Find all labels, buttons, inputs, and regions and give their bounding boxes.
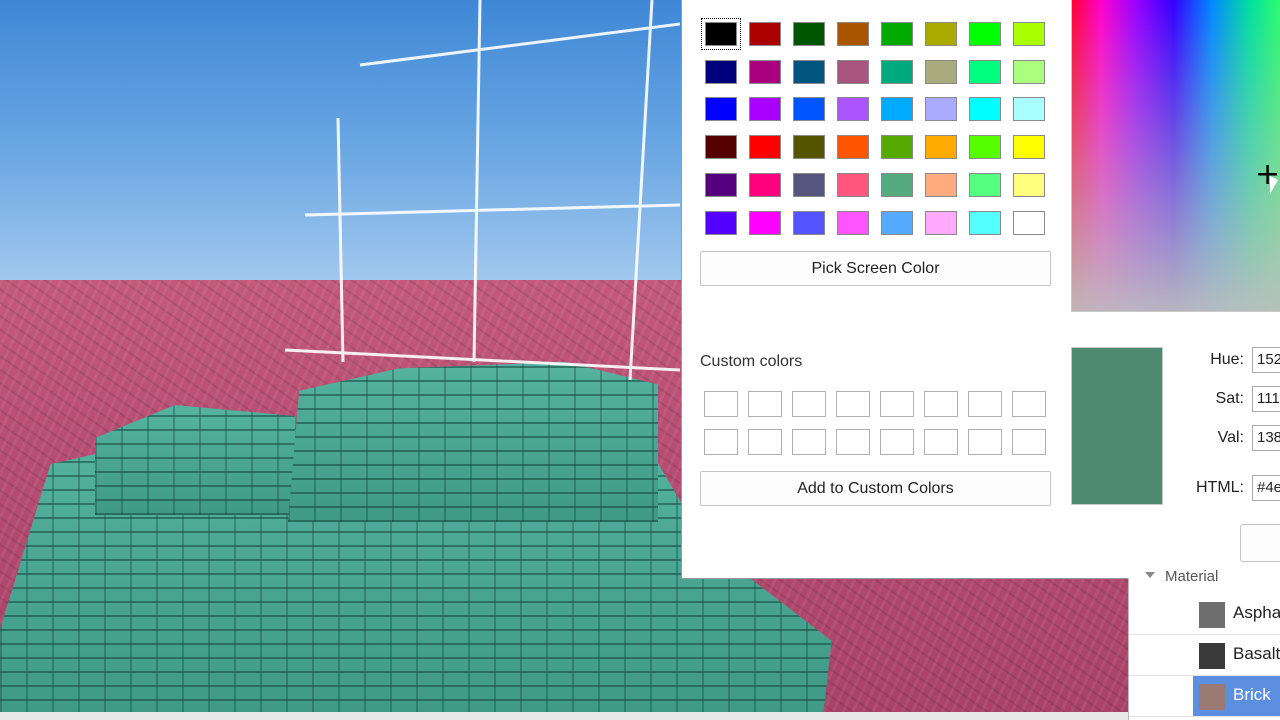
add-to-custom-colors-button[interactable]: Add to Custom Colors	[700, 471, 1051, 506]
properties-panel: Material Aspha Basalt Brick	[1128, 568, 1280, 720]
basic-color-swatch[interactable]	[705, 172, 737, 197]
basic-color-swatch[interactable]	[1013, 22, 1045, 46]
custom-color-slot[interactable]	[1012, 429, 1046, 455]
basic-color-swatch[interactable]	[749, 135, 781, 160]
sat-label: Sat:	[1215, 390, 1244, 407]
basic-color-swatch[interactable]	[837, 172, 869, 197]
basic-color-swatch[interactable]	[1013, 135, 1045, 160]
custom-color-slot[interactable]	[968, 391, 1002, 417]
hue-label: Hue:	[1210, 351, 1244, 368]
basic-color-swatch[interactable]	[969, 59, 1001, 84]
basic-color-swatch[interactable]	[705, 59, 737, 84]
basic-color-swatch[interactable]	[701, 18, 741, 50]
custom-color-slot[interactable]	[836, 391, 870, 417]
basic-color-swatch[interactable]	[1013, 210, 1045, 235]
basic-color-swatch[interactable]	[837, 210, 869, 235]
custom-color-slot[interactable]	[1012, 391, 1046, 417]
color-picker-dialog: Pick Screen Color Custom colors Add to C…	[681, 0, 1280, 579]
basic-color-swatch[interactable]	[837, 97, 869, 122]
basic-color-swatch[interactable]	[1013, 97, 1045, 122]
basic-color-swatch[interactable]	[749, 22, 781, 46]
basic-color-swatch[interactable]	[881, 210, 913, 235]
custom-color-slot[interactable]	[924, 429, 958, 455]
brick-thumbnail-icon	[1199, 684, 1225, 710]
basic-color-swatch[interactable]	[925, 22, 957, 46]
ok-button[interactable]	[1240, 524, 1280, 562]
basic-color-swatch[interactable]	[925, 97, 957, 122]
basic-color-swatch[interactable]	[749, 172, 781, 197]
pick-screen-color-button[interactable]: Pick Screen Color	[700, 251, 1051, 286]
basic-color-swatch[interactable]	[837, 22, 869, 46]
material-header: Material	[1165, 568, 1219, 585]
val-input[interactable]: 138	[1252, 425, 1280, 451]
asphalt-thumbnail-icon	[1199, 602, 1225, 628]
basic-color-swatch[interactable]	[925, 59, 957, 84]
basic-color-swatch[interactable]	[881, 135, 913, 160]
basic-color-swatch[interactable]	[705, 210, 737, 235]
material-label: Basalt	[1233, 644, 1280, 663]
selection-grid	[284, 0, 680, 381]
basic-color-swatch[interactable]	[969, 210, 1001, 235]
color-preview	[1071, 347, 1163, 505]
custom-color-slot[interactable]	[748, 429, 782, 455]
material-label: Brick	[1233, 685, 1271, 704]
basic-color-swatch[interactable]	[793, 97, 825, 122]
custom-color-slot[interactable]	[792, 429, 826, 455]
custom-color-slot[interactable]	[836, 429, 870, 455]
custom-color-slot[interactable]	[880, 391, 914, 417]
basic-color-swatch[interactable]	[749, 97, 781, 122]
material-item-brick[interactable]: Brick	[1129, 676, 1280, 717]
custom-color-slot[interactable]	[748, 391, 782, 417]
viewport-bottom-bar	[0, 712, 1130, 720]
basalt-thumbnail-icon	[1199, 643, 1225, 669]
basic-color-swatch[interactable]	[793, 210, 825, 235]
basic-color-swatch[interactable]	[881, 22, 913, 46]
basic-color-swatch[interactable]	[793, 22, 825, 46]
basic-color-swatch[interactable]	[925, 135, 957, 160]
material-item-basalt[interactable]: Basalt	[1129, 635, 1280, 676]
basic-color-swatch[interactable]	[969, 135, 1001, 160]
basic-color-swatch[interactable]	[1013, 172, 1045, 197]
basic-color-swatch[interactable]	[925, 172, 957, 197]
custom-color-slot[interactable]	[924, 391, 958, 417]
basic-color-swatch[interactable]	[749, 59, 781, 84]
html-input[interactable]: #4e	[1252, 475, 1280, 501]
custom-color-slot[interactable]	[968, 429, 1002, 455]
basic-color-swatch[interactable]	[793, 59, 825, 84]
basic-color-swatch[interactable]	[881, 59, 913, 84]
basic-color-swatch[interactable]	[705, 97, 737, 122]
basic-color-swatch[interactable]	[881, 97, 913, 122]
custom-colors-label: Custom colors	[700, 353, 803, 370]
basic-color-swatch[interactable]	[969, 97, 1001, 122]
custom-color-slot[interactable]	[792, 391, 826, 417]
basic-color-swatch[interactable]	[837, 135, 869, 160]
sat-input[interactable]: 111	[1252, 386, 1280, 412]
basic-color-swatch[interactable]	[793, 172, 825, 197]
hue-input[interactable]: 152	[1252, 347, 1280, 373]
chevron-down-icon[interactable]	[1145, 572, 1155, 578]
mouse-cursor-icon	[1270, 176, 1278, 194]
html-label: HTML:	[1196, 479, 1244, 496]
basic-color-swatch[interactable]	[969, 172, 1001, 197]
material-item-asphalt[interactable]: Aspha	[1129, 594, 1280, 635]
custom-color-slot[interactable]	[880, 429, 914, 455]
basic-color-swatch[interactable]	[881, 172, 913, 197]
basic-color-swatch[interactable]	[1013, 59, 1045, 84]
basic-color-swatch[interactable]	[837, 59, 869, 84]
basic-color-swatch[interactable]	[925, 210, 957, 235]
basic-color-swatch[interactable]	[705, 135, 737, 160]
basic-color-swatch[interactable]	[969, 22, 1001, 46]
val-label: Val:	[1217, 429, 1244, 446]
custom-color-slot[interactable]	[704, 391, 738, 417]
material-label: Aspha	[1233, 603, 1280, 622]
basic-color-swatch[interactable]	[749, 210, 781, 235]
color-spectrum[interactable]: +	[1071, 0, 1280, 312]
basic-color-swatch[interactable]	[793, 135, 825, 160]
custom-color-slot[interactable]	[704, 429, 738, 455]
